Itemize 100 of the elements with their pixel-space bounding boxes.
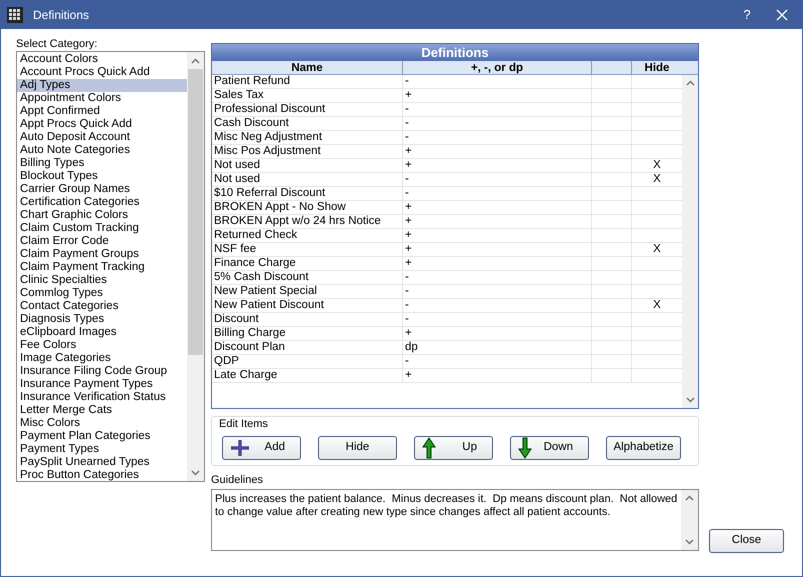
hide-cell-text: X	[652, 159, 662, 172]
value-cell: +	[403, 369, 592, 382]
category-item[interactable]: Adj Types	[17, 79, 187, 92]
category-item[interactable]: Billing Types	[17, 157, 187, 170]
group-title: Edit Items	[219, 417, 269, 431]
value-cell: +	[403, 243, 592, 256]
guidelines-label: Guidelines	[211, 473, 264, 487]
scroll-up-icon[interactable]	[191, 58, 200, 64]
scroll-thumb[interactable]	[188, 69, 203, 355]
name-cell: Discount Plan	[212, 341, 403, 354]
category-item[interactable]: Account Colors	[17, 53, 187, 66]
hide-cell-text: X	[652, 243, 662, 256]
arrow-up-icon	[422, 437, 436, 459]
scroll-down-icon[interactable]	[191, 470, 200, 476]
edit-button[interactable]: Add	[222, 436, 301, 460]
category-item[interactable]: Chart Graphic Colors	[17, 209, 187, 222]
value-cell: +	[403, 327, 592, 340]
category-item[interactable]: Account Procs Quick Add	[17, 66, 187, 79]
value-cell: +	[403, 159, 592, 172]
name-cell: BROKEN Appt - No Show	[212, 201, 403, 214]
name-cell: Sales Tax	[212, 89, 403, 102]
category-item[interactable]: Claim Payment Groups	[17, 248, 187, 261]
grid-scrollbar[interactable]	[682, 75, 698, 408]
edit-button[interactable]: Up	[414, 436, 493, 460]
value-cell: dp	[403, 341, 592, 354]
category-item[interactable]: Carrier Group Names	[17, 183, 187, 196]
close-button[interactable]: Close	[709, 529, 784, 553]
category-item[interactable]: Payment Types	[17, 443, 187, 456]
column-header[interactable]: Name	[212, 61, 403, 74]
name-cell: QDP	[212, 355, 403, 368]
category-item[interactable]: Insurance Filing Code Group	[17, 365, 187, 378]
value-cell: -	[403, 173, 592, 186]
value-cell: -	[403, 271, 592, 284]
category-item[interactable]: Diagnosis Types	[17, 313, 187, 326]
column-header[interactable]: Hide	[632, 61, 682, 74]
category-item[interactable]: Insurance Verification Status	[17, 391, 187, 404]
category-item[interactable]: Letter Merge Cats	[17, 404, 187, 417]
category-item[interactable]: Insurance Payment Types	[17, 378, 187, 391]
category-item[interactable]: Clinic Specialties	[17, 274, 187, 287]
value-cell: +	[403, 229, 592, 242]
category-item[interactable]: Appt Confirmed	[17, 105, 187, 118]
grid-title: Definitions	[212, 44, 698, 61]
category-item[interactable]: Auto Deposit Account	[17, 131, 187, 144]
edit-button[interactable]: Down	[510, 436, 589, 460]
category-item[interactable]: Claim Custom Tracking	[17, 222, 187, 235]
value-cell: -	[403, 313, 592, 326]
value-cell: +	[403, 145, 592, 158]
category-item[interactable]: Commlog Types	[17, 287, 187, 300]
value-cell: +	[403, 201, 592, 214]
category-item[interactable]: Misc Colors	[17, 417, 187, 430]
scroll-down-icon[interactable]	[685, 539, 694, 545]
category-item[interactable]: Fee Colors	[17, 339, 187, 352]
category-label: Select Category:	[16, 37, 98, 51]
category-item[interactable]: Appointment Colors	[17, 92, 187, 105]
scroll-up-icon[interactable]	[686, 80, 694, 86]
value-cell: +	[403, 215, 592, 228]
name-cell: Professional Discount	[212, 103, 403, 116]
name-cell: Returned Check	[212, 229, 403, 242]
name-cell: Not used	[212, 173, 403, 186]
name-cell: BROKEN Appt w/o 24 hrs Notice	[212, 215, 403, 228]
edit-button[interactable]: Hide	[318, 436, 397, 460]
category-item[interactable]: Claim Error Code	[17, 235, 187, 248]
hide-cell-text: X	[652, 299, 662, 312]
name-cell: Billing Charge	[212, 327, 403, 340]
category-item[interactable]: Certification Categories	[17, 196, 187, 209]
value-cell: -	[403, 187, 592, 200]
guidelines-text: Plus increases the patient balance. Minus decreases it. Dp means discount plan. Not allowed to change value after creating new type since changes affect all patient accounts.	[214, 492, 678, 520]
name-cell: Discount	[212, 313, 403, 326]
scrollbar[interactable]	[187, 52, 204, 481]
value-cell: -	[403, 131, 592, 144]
name-cell: Late Charge	[212, 369, 403, 382]
app-grid-icon	[7, 7, 23, 23]
category-item[interactable]: Contact Categories	[17, 300, 187, 313]
name-cell: New Patient Special	[212, 285, 403, 298]
value-cell: -	[403, 75, 592, 88]
edit-button[interactable]: Alphabetize	[606, 436, 681, 460]
category-item[interactable]: eClipboard Images	[17, 326, 187, 339]
scroll-down-icon[interactable]	[686, 397, 694, 403]
window-title: Definitions	[33, 7, 90, 24]
name-cell: New Patient Discount	[212, 299, 403, 312]
category-item[interactable]: Claim Payment Tracking	[17, 261, 187, 274]
value-cell: +	[403, 89, 592, 102]
arrow-down-icon	[518, 437, 532, 459]
column-header[interactable]: +, -, or dp	[403, 61, 592, 74]
category-item[interactable]: Blockout Types	[17, 170, 187, 183]
help-button[interactable]: ?	[732, 5, 762, 25]
category-item[interactable]: Proc Button Categories	[17, 469, 187, 481]
category-item[interactable]: Image Categories	[17, 352, 187, 365]
name-cell: 5% Cash Discount	[212, 271, 403, 284]
value-cell: -	[403, 117, 592, 130]
name-cell: Finance Charge	[212, 257, 403, 270]
hide-cell-text: X	[652, 173, 662, 186]
value-cell: -	[403, 103, 592, 116]
category-item[interactable]: PaySplit Unearned Types	[17, 456, 187, 469]
category-item[interactable]: Payment Plan Categories	[17, 430, 187, 443]
category-item[interactable]: Auto Note Categories	[17, 144, 187, 157]
category-item[interactable]: Appt Procs Quick Add	[17, 118, 187, 131]
name-cell: Not used	[212, 159, 403, 172]
scroll-up-icon[interactable]	[685, 495, 694, 501]
close-icon[interactable]	[776, 9, 788, 21]
